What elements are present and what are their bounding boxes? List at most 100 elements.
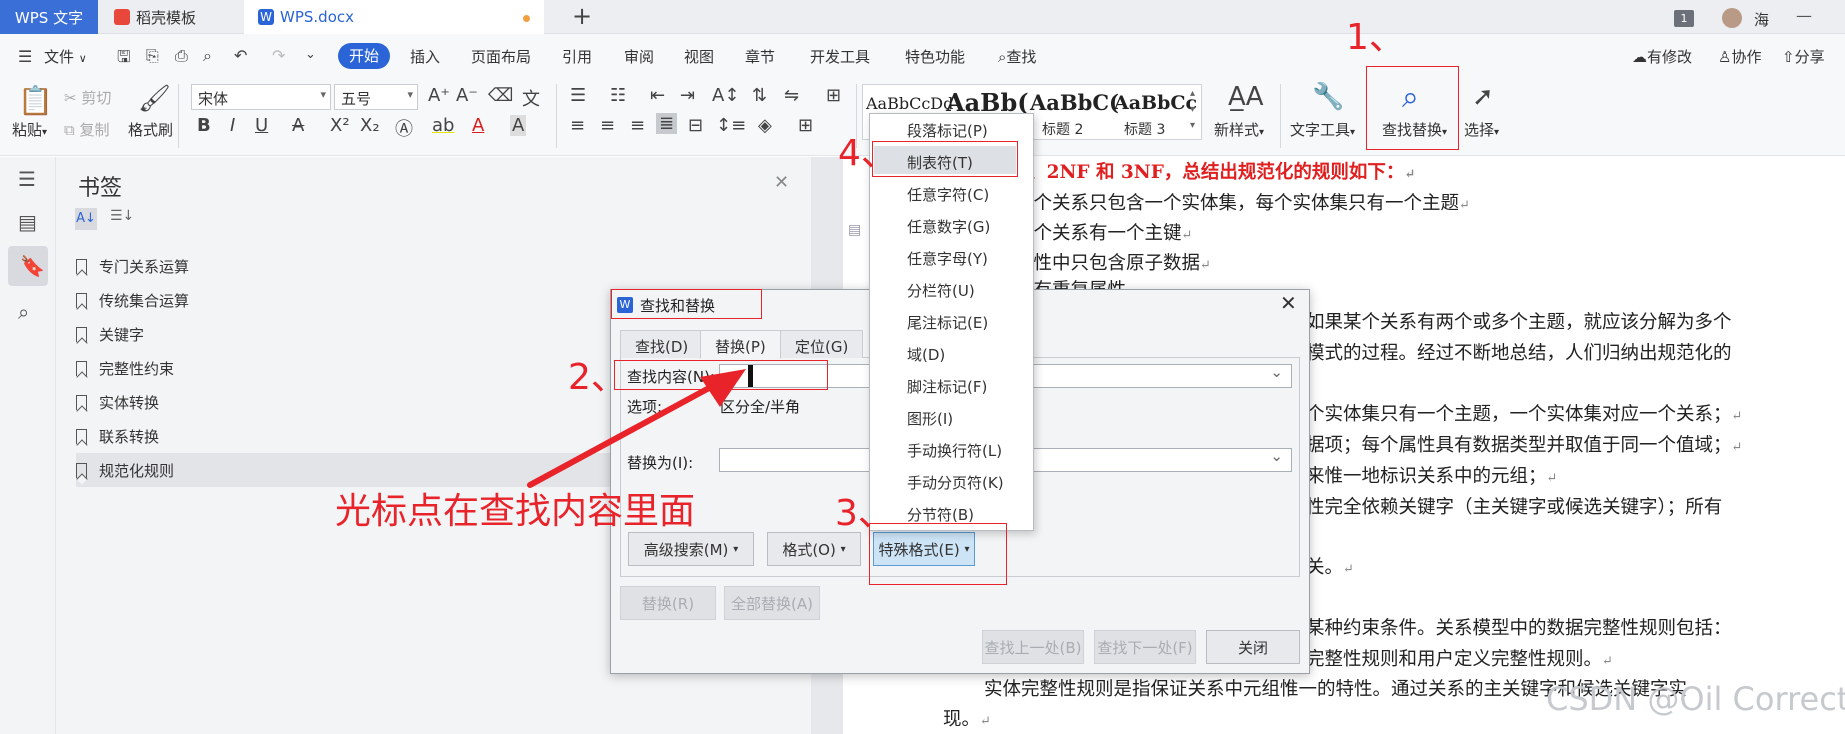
highlight-icon[interactable]: ab — [432, 115, 454, 136]
show-marks-icon[interactable]: ⇋ — [784, 85, 799, 106]
style-normal-preview[interactable]: AaBbCcDd — [866, 94, 953, 113]
new-style-icon[interactable]: A̲A — [1228, 82, 1264, 112]
text-direction-icon[interactable]: A↕ — [712, 85, 739, 106]
tab-wps-docx[interactable]: W WPS.docx — [244, 0, 544, 34]
menu-review[interactable]: 审阅 — [624, 46, 654, 67]
sort-by-position-icon[interactable]: ☰↓ — [110, 208, 134, 224]
decrease-indent-icon[interactable]: ⇤ — [650, 85, 665, 106]
borders-icon[interactable]: ⊞ — [798, 115, 813, 136]
menu-page-layout[interactable]: 页面布局 — [471, 46, 531, 67]
collaborate-button[interactable]: ♙协作 — [1718, 46, 1761, 67]
outline-icon[interactable]: ☰ — [18, 167, 36, 191]
tab-docer-templates[interactable]: 稻壳模板 — [100, 0, 242, 34]
bold-icon[interactable]: B — [197, 115, 211, 136]
distribute-icon[interactable]: ⊟ — [688, 115, 703, 136]
paste-button[interactable]: 粘贴▾ — [12, 119, 47, 140]
phonetic-guide-icon[interactable]: 文 — [522, 85, 540, 111]
share-button[interactable]: ⇧分享 — [1782, 46, 1825, 67]
new-tab-button[interactable]: + — [572, 2, 592, 30]
close-icon[interactable]: ✕ — [774, 172, 789, 193]
font-size-combo[interactable]: 五号 — [334, 84, 418, 110]
text-tools-button[interactable]: 文字工具▾ — [1290, 119, 1355, 140]
sort-icon[interactable]: ⇅ — [752, 85, 767, 106]
print-icon[interactable]: ⎙ — [175, 46, 188, 66]
advanced-search-button[interactable]: 高级搜索(M) ▾ — [628, 532, 754, 566]
grow-font-icon[interactable]: A⁺ — [428, 85, 450, 106]
copy-button[interactable]: ⧉ 复制 — [64, 119, 110, 140]
clear-format-icon[interactable]: ⌫ — [488, 85, 513, 106]
replace-all-button[interactable]: 全部替换(A) — [724, 586, 820, 620]
align-right-icon[interactable]: ≡ — [630, 115, 645, 136]
format-button[interactable]: 格式(O) ▾ — [767, 532, 861, 566]
align-center-icon[interactable]: ≡ — [600, 115, 615, 136]
char-shading-icon[interactable]: A — [510, 115, 527, 136]
shading-icon[interactable]: ◈ — [758, 115, 772, 136]
new-style-button[interactable]: 新样式▾ — [1214, 119, 1264, 140]
font-name-combo[interactable]: 宋体 — [191, 84, 331, 110]
menu-item-footnote-mark[interactable]: 脚注标记(F) — [907, 376, 987, 397]
menu-home[interactable]: 开始 — [338, 43, 390, 69]
redo-icon[interactable]: ↷ — [272, 46, 285, 65]
close-button[interactable]: 关闭 — [1206, 630, 1300, 664]
sort-by-name-icon[interactable]: A↓ — [75, 208, 97, 230]
italic-icon[interactable]: I — [230, 115, 235, 136]
format-painter-icon[interactable]: 🖌 — [138, 84, 171, 114]
list-item[interactable]: 专门关系运算 — [76, 249, 811, 283]
gallery-scroll-icon[interactable]: ▴ ▾ ▾ — [1190, 86, 1195, 134]
menu-references[interactable]: 引用 — [562, 46, 592, 67]
chapter-icon[interactable]: ▤ — [18, 210, 37, 234]
find-previous-button[interactable]: 查找上一处(B) — [982, 630, 1084, 664]
strikethrough-icon[interactable]: A — [292, 115, 304, 136]
menu-item-section-break[interactable]: 分节符(B) — [907, 504, 974, 525]
justify-icon[interactable]: ≣ — [656, 113, 678, 134]
quick-access-more-icon[interactable]: ⌄ — [305, 47, 316, 62]
menu-features[interactable]: 特色功能 — [905, 46, 965, 67]
increase-indent-icon[interactable]: ⇥ — [680, 85, 695, 106]
bullets-icon[interactable]: ☰ — [570, 85, 586, 106]
menu-view[interactable]: 视图 — [684, 46, 714, 67]
changes-button[interactable]: ☁有修改 — [1632, 46, 1692, 67]
select-button[interactable]: 选择▾ — [1464, 119, 1499, 140]
menu-item-paragraph-mark[interactable]: 段落标记(P) — [907, 120, 988, 141]
avatar[interactable] — [1722, 8, 1742, 28]
shrink-font-icon[interactable]: A⁻ — [456, 85, 478, 106]
menu-item-any-digit[interactable]: 任意数字(G) — [907, 216, 990, 237]
menu-search[interactable]: ⌕查找 — [998, 46, 1036, 67]
menu-item-manual-line-break[interactable]: 手动换行符(L) — [907, 440, 1002, 461]
menu-item-graphic[interactable]: 图形(I) — [907, 408, 953, 429]
menu-item-manual-page-break[interactable]: 手动分页符(K) — [907, 472, 1004, 493]
format-painter-button[interactable]: 格式刷 — [128, 119, 173, 140]
replace-button[interactable]: 替换(R) — [620, 586, 716, 620]
subscript-icon[interactable]: X₂ — [360, 115, 380, 136]
page-nav-icon[interactable]: ▤ — [848, 222, 861, 238]
numbering-icon[interactable]: ☷ — [610, 85, 626, 106]
minimize-icon[interactable]: — — [1796, 6, 1812, 25]
window-count-badge[interactable]: 1 — [1674, 10, 1694, 27]
underline-icon[interactable]: U — [255, 115, 268, 136]
tab-goto[interactable]: 定位(G) — [780, 330, 864, 358]
tab-wps-writer[interactable]: WPS 文字 — [0, 0, 98, 34]
menu-chapter[interactable]: 章节 — [745, 46, 775, 67]
wrench-icon[interactable]: 🔧 — [1312, 82, 1344, 112]
font-color-icon[interactable]: A — [472, 115, 484, 136]
tab-find[interactable]: 查找(D) — [620, 330, 704, 358]
menu-insert[interactable]: 插入 — [410, 46, 440, 67]
style-heading3-preview[interactable]: AaBbCc — [1114, 92, 1197, 114]
cut-button[interactable]: ✂ 剪切 — [64, 87, 111, 108]
undo-icon[interactable]: ↶ — [234, 46, 247, 65]
find-next-button[interactable]: 查找下一处(F) — [1094, 630, 1196, 664]
dialog-close-icon[interactable]: ✕ — [1280, 291, 1297, 315]
export-icon[interactable]: ⎘ — [146, 46, 159, 66]
superscript-icon[interactable]: X² — [330, 115, 350, 136]
menu-item-endnote-mark[interactable]: 尾注标记(E) — [907, 312, 988, 333]
tab-replace[interactable]: 替换(P) — [700, 330, 781, 359]
menu-item-any-letter[interactable]: 任意字母(Y) — [907, 248, 988, 269]
cursor-arrow-icon[interactable]: ➚ — [1472, 82, 1494, 112]
paste-icon[interactable]: 📋 — [18, 84, 53, 117]
menu-item-field[interactable]: 域(D) — [907, 344, 945, 365]
align-left-icon[interactable]: ≡ — [570, 115, 585, 136]
find-nav-icon[interactable]: ⌕ — [18, 300, 29, 324]
save-icon[interactable]: 🖫 — [117, 46, 131, 73]
menu-file[interactable]: 文件 ∨ — [44, 46, 87, 67]
menu-item-any-char[interactable]: 任意字符(C) — [907, 184, 989, 205]
